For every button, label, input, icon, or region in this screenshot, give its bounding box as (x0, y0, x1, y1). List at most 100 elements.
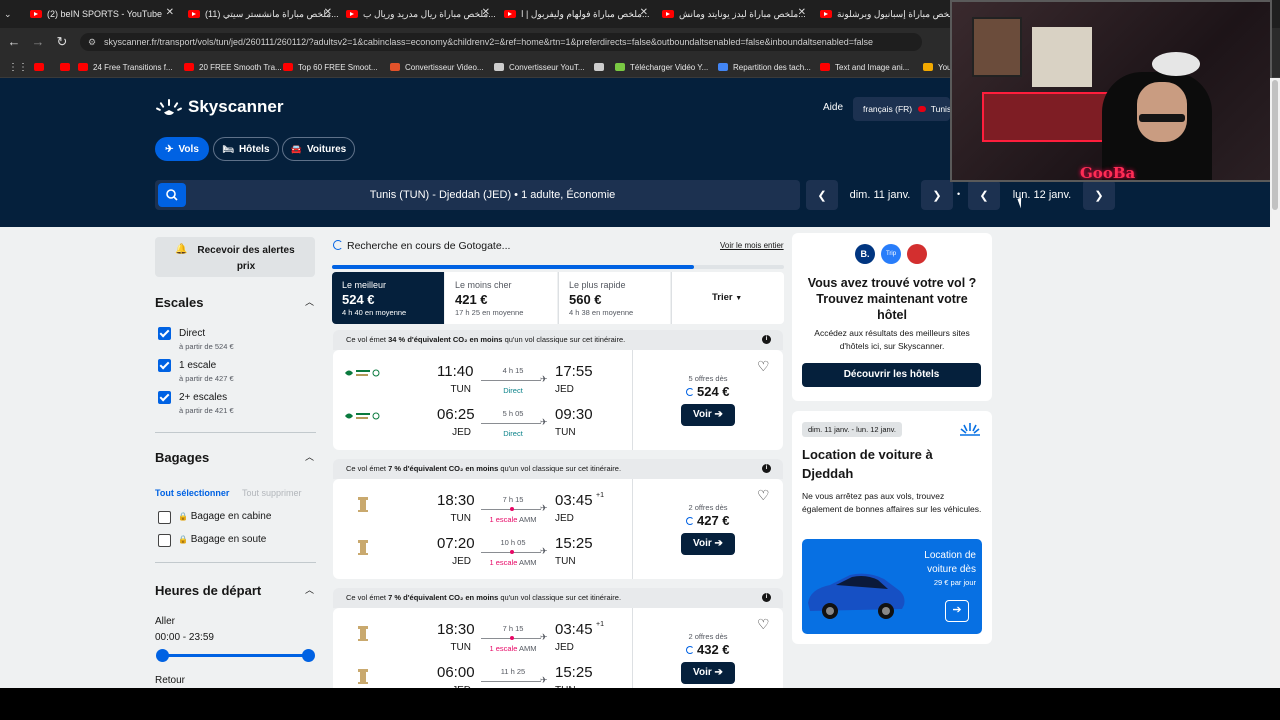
bookmark-item[interactable] (34, 60, 49, 74)
scrollbar[interactable] (1270, 78, 1280, 688)
bookmark-item[interactable]: 24 Free Transitions f... (78, 60, 173, 74)
return-next-button[interactable]: ❯ (1083, 180, 1115, 210)
plane-icon: ✈ (540, 675, 548, 685)
depart-date[interactable]: dim. 11 janv. (840, 180, 920, 210)
route-line (481, 681, 541, 682)
flight-duration: 5 h 05 (502, 409, 524, 418)
bookmark-item[interactable]: You (923, 60, 952, 74)
voir-button[interactable]: Voir ➔ (681, 533, 735, 555)
info-icon[interactable]: i (762, 593, 771, 602)
emission-percent: 34 % (388, 335, 406, 344)
close-tab-icon[interactable]: ✕ (640, 7, 648, 18)
bookmark-item[interactable] (594, 60, 609, 74)
skyscanner-logo[interactable]: Skyscanner (156, 97, 283, 117)
stops-checkbox[interactable] (158, 327, 171, 340)
flight-result-card[interactable]: 11:40 TUN 4 h 15 ✈ Direct 17:55 JED 06:25 JED 5 h… (333, 350, 783, 450)
info-icon[interactable]: i (762, 335, 771, 344)
offers-count: 2 offres dès (688, 503, 728, 512)
outbound-slider-track[interactable] (162, 654, 309, 657)
brand-name: Skyscanner (188, 97, 284, 116)
car-partner-logo-icon (960, 423, 980, 436)
close-tab-icon[interactable]: ✕ (798, 7, 806, 18)
view-month-link[interactable]: Voir le mois entier (720, 241, 784, 250)
bookmark-item[interactable]: Convertisseur Video... (390, 60, 484, 74)
divider (155, 432, 316, 433)
stops-checkbox[interactable] (158, 359, 171, 372)
bookmark-item[interactable]: Top 60 FREE Smoot... (283, 60, 378, 74)
stops-info: 1 escale AMM (481, 558, 545, 567)
close-tab-icon[interactable]: ✕ (166, 7, 174, 18)
cabin-bag-checkbox[interactable] (158, 511, 171, 524)
route-line (481, 423, 541, 424)
checked-bag-label[interactable]: 🔒 Bagage en soute (178, 534, 266, 545)
bookmark-item[interactable]: Text and Image ani... (820, 60, 909, 74)
sort-button[interactable]: Trier ▼ (671, 272, 784, 324)
bookmark-item[interactable]: Repartition des tach... (718, 60, 811, 74)
stops-option-label[interactable]: 2+ escales (179, 392, 227, 403)
close-tab-icon[interactable]: ✕ (482, 7, 490, 18)
forward-icon[interactable]: → (30, 34, 46, 50)
locale-button[interactable]: français (FR) Tunisi (853, 97, 950, 121)
heart-icon[interactable]: ♡ (757, 616, 770, 633)
back-icon[interactable]: ← (6, 34, 22, 50)
chevron-up-icon[interactable]: ︿ (305, 295, 314, 308)
slider-handle-start[interactable] (156, 649, 169, 662)
youtube-icon (188, 10, 200, 18)
browser-tab[interactable]: ملخص مباراة فولهام وليفربول | ا... ✕ (504, 4, 654, 24)
apps-icon[interactable]: ⋮⋮ (8, 60, 28, 74)
depart-prev-button[interactable]: ❮ (806, 180, 838, 210)
stops-option-label[interactable]: 1 escale (179, 360, 216, 371)
car-promo-banner[interactable]: Location de voiture dès 29 € par jour ➔ (802, 539, 982, 634)
youtube-icon (662, 10, 674, 18)
bookmark-favicon-icon (78, 63, 88, 71)
clear-all-link[interactable]: Tout supprimer (242, 488, 302, 498)
chevron-up-icon[interactable]: ︿ (305, 450, 314, 463)
site-info-icon[interactable]: ⚙ (88, 33, 96, 51)
select-all-link[interactable]: Tout sélectionner (155, 488, 229, 498)
browser-tab[interactable]: ملخص مباراة ليدز يونايتد ومانش... ✕ (662, 4, 812, 24)
voir-button[interactable]: Voir ➔ (681, 662, 735, 684)
checked-bag-checkbox[interactable] (158, 534, 171, 547)
hotels-logo-icon (907, 244, 927, 264)
browser-tab[interactable]: ملخص مباراة إسبانيول وبرشلونة (820, 4, 950, 24)
price-alert-button[interactable]: 🔔 Recevoir des alertes prix (155, 237, 315, 277)
browser-tab[interactable]: ملخص مباراة ريال مدريد وريال ب... ✕ (346, 4, 496, 24)
tab-cheapest[interactable]: Le moins cher 421 € 17 h 25 en moyenne (445, 272, 557, 324)
browser-tab[interactable]: (11) ملخص مباراة مانشستر سيتي... ✕ (188, 4, 338, 24)
return-date[interactable]: lun. 12 janv. (1002, 180, 1082, 210)
browser-tab[interactable]: (2) beIN SPORTS - YouTube ✕ (30, 4, 180, 24)
scrollbar-thumb[interactable] (1272, 80, 1278, 210)
search-button[interactable] (158, 183, 186, 207)
nav-hotels[interactable]: 🛏 Hôtels (213, 137, 279, 161)
heart-icon[interactable]: ♡ (757, 358, 770, 375)
tab-best[interactable]: Le meilleur 524 € 4 h 40 en moyenne (332, 272, 444, 324)
slider-handle-end[interactable] (302, 649, 315, 662)
bookmark-item[interactable] (60, 60, 75, 74)
return-prev-button[interactable]: ❮ (968, 180, 1000, 210)
depart-next-button[interactable]: ❯ (921, 180, 953, 210)
nav-vols[interactable]: ✈ Vols (155, 137, 209, 161)
stops-option-label[interactable]: Direct (179, 328, 205, 339)
bookmark-item[interactable]: Télécharger Vidéo Y... (615, 60, 708, 74)
departure-time: 18:30 (437, 492, 475, 509)
flight-result-card[interactable]: 18:30 TUN 7 h 15 ✈ 1 escale AMM 03:45 +1 JED 07:… (333, 479, 783, 579)
stops-checkbox[interactable] (158, 391, 171, 404)
heart-icon[interactable]: ♡ (757, 487, 770, 504)
url-input[interactable]: ⚙ skyscanner.fr/transport/vols/tun/jed/2… (80, 33, 922, 51)
close-tab-icon[interactable]: ✕ (324, 7, 332, 18)
tab-fastest[interactable]: Le plus rapide 560 € 4 h 38 en moyenne (558, 272, 670, 324)
voir-button[interactable]: Voir ➔ (681, 404, 735, 426)
emission-text: Ce vol émet (346, 464, 387, 473)
arrow-right-icon[interactable]: ➔ (945, 600, 969, 622)
reload-icon[interactable]: ↻ (54, 34, 70, 50)
tab-list-button[interactable]: ⌄ (4, 4, 22, 24)
help-link[interactable]: Aide (823, 102, 843, 113)
nav-voitures[interactable]: 🚘 Voitures (282, 137, 355, 161)
discover-hotels-button[interactable]: Découvrir les hôtels (802, 363, 981, 387)
bookmark-item[interactable]: 20 FREE Smooth Tra... (184, 60, 282, 74)
info-icon[interactable]: i (762, 464, 771, 473)
departure-time: 18:30 (437, 621, 475, 638)
bookmark-item[interactable]: Convertisseur YouT... (494, 60, 585, 74)
chevron-up-icon[interactable]: ︿ (305, 583, 314, 596)
cabin-bag-label[interactable]: 🔒 Bagage en cabine (178, 511, 271, 522)
